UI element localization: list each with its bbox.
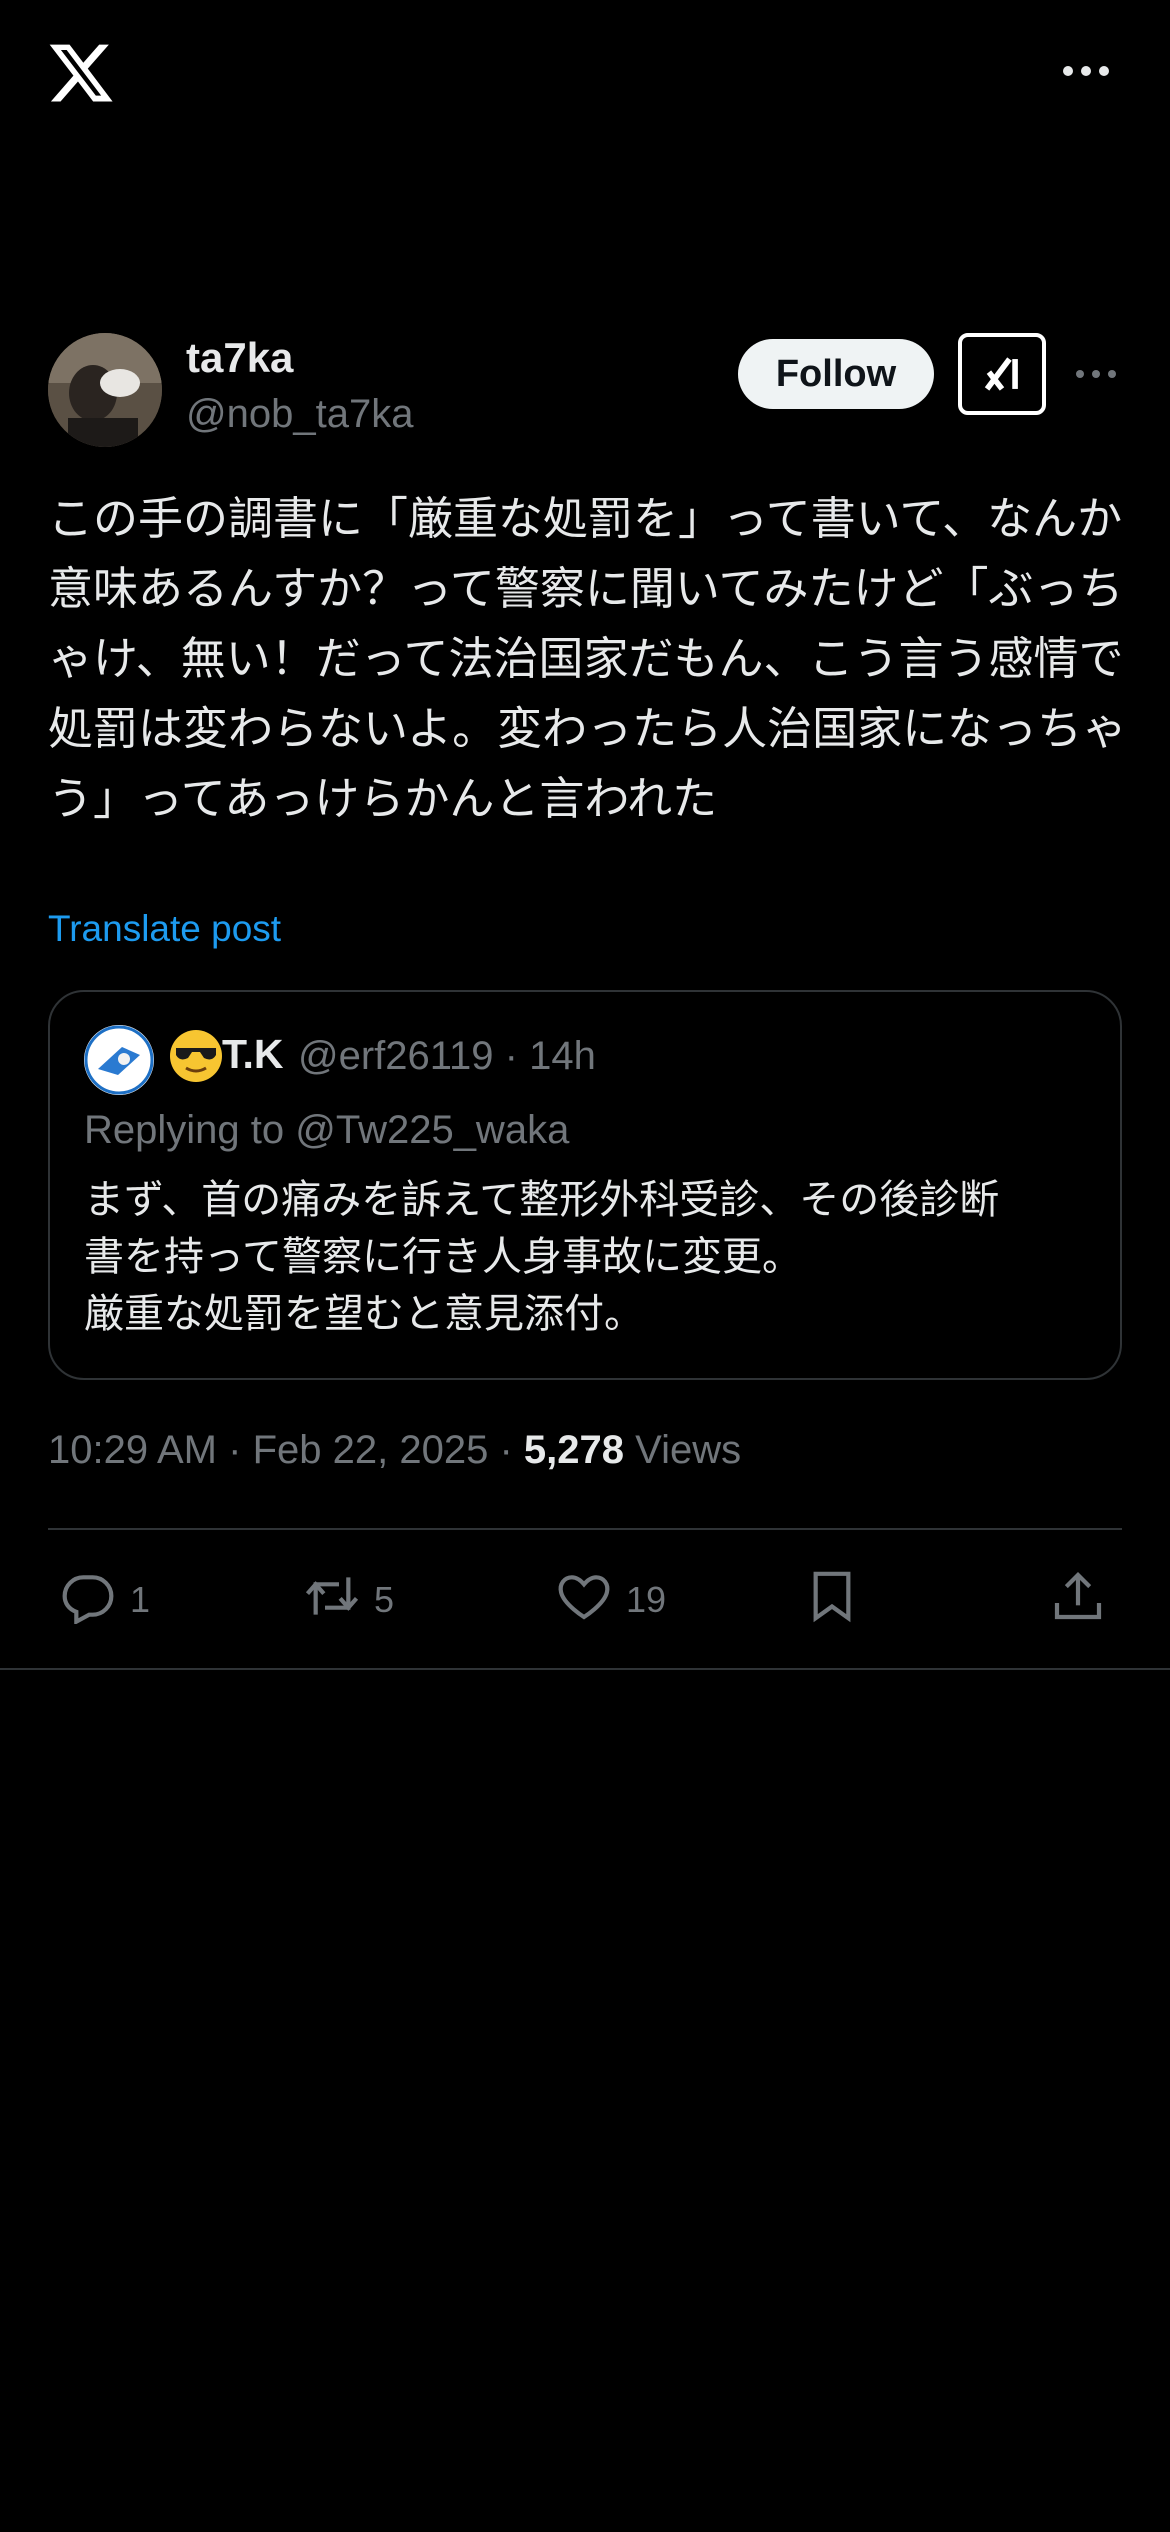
like-button[interactable]: 19 <box>556 1570 666 1630</box>
repost-count: 5 <box>374 1579 395 1620</box>
quote-handle[interactable]: @erf26119 <box>298 1034 494 1078</box>
post-date: Feb 22, 2025 <box>252 1428 489 1472</box>
quote-time: 14h <box>529 1034 596 1078</box>
heart-icon <box>556 1568 612 1633</box>
post-text: この手の調書に「厳重な処罰を」って書いて、なんか意味あるんすか？って警察に聞いて… <box>48 492 1128 825</box>
more-icon[interactable] <box>1060 56 1112 86</box>
reply-icon <box>60 1568 116 1633</box>
like-count: 19 <box>626 1579 667 1620</box>
grok-icon[interactable] <box>958 333 1046 415</box>
follow-button[interactable]: Follow <box>738 339 934 409</box>
views-count[interactable]: 5,278 <box>524 1428 624 1472</box>
translate-post-link[interactable]: Translate post <box>48 908 281 950</box>
repost-icon <box>304 1568 360 1633</box>
divider <box>0 1668 1170 1670</box>
quote-meta: @erf26119 · 14h <box>298 1034 596 1079</box>
divider <box>48 1528 1122 1530</box>
sunglasses-emoji-icon <box>168 1028 224 1084</box>
share-button[interactable] <box>1050 1570 1106 1630</box>
quote-text: まず、首の痛みを訴えて整形外科受診、その後診断 書を持って警察に行き人身事故に変… <box>84 1177 1000 1337</box>
quote-author-name[interactable]: T.K <box>222 1031 284 1078</box>
separator: · <box>499 1428 513 1472</box>
more-icon[interactable] <box>1074 362 1118 386</box>
quote-avatar[interactable] <box>84 1025 154 1095</box>
reply-button[interactable]: 1 <box>60 1570 150 1630</box>
separator: · <box>228 1428 242 1472</box>
author-name[interactable]: ta7ka <box>186 334 293 382</box>
post-meta: 10:29 AM · Feb 22, 2025 · 5,278 Views <box>48 1428 741 1473</box>
repost-button[interactable]: 5 <box>304 1570 394 1630</box>
avatar[interactable] <box>48 333 162 447</box>
x-logo-icon[interactable] <box>46 38 116 108</box>
post-time: 10:29 AM <box>48 1428 218 1472</box>
share-icon <box>1050 1568 1106 1633</box>
author-handle[interactable]: @nob_ta7ka <box>186 392 413 437</box>
bookmark-button[interactable] <box>804 1570 860 1630</box>
bookmark-icon <box>804 1568 860 1633</box>
replying-to: Replying to @Tw225_waka <box>84 1108 570 1152</box>
views-label: Views <box>635 1428 742 1472</box>
separator: · <box>504 1034 518 1078</box>
reply-count: 1 <box>130 1579 151 1620</box>
